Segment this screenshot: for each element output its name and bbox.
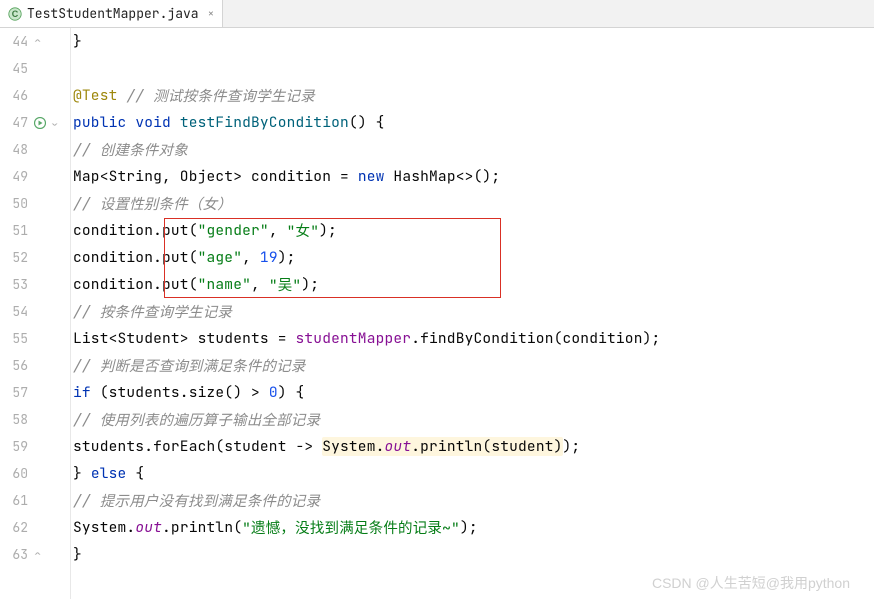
- line-number: 44: [0, 33, 28, 50]
- code-line: if (students.size() > 0) {: [73, 379, 874, 406]
- code-line: // 使用列表的遍历算子输出全部记录: [73, 406, 874, 433]
- line-number: 56: [0, 357, 28, 374]
- code-line: }: [73, 541, 874, 568]
- code-line: // 设置性别条件（女）: [73, 190, 874, 217]
- code-line: } else {: [73, 460, 874, 487]
- code-line: }: [73, 28, 874, 55]
- code-line: Map<String, Object> condition = new Hash…: [73, 163, 874, 190]
- line-number: 45: [0, 60, 28, 77]
- code-line: // 创建条件对象: [73, 136, 874, 163]
- code-line: // 判断是否查询到满足条件的记录: [73, 352, 874, 379]
- line-number: 62: [0, 519, 28, 536]
- line-number: 52: [0, 249, 28, 266]
- line-number: 51: [0, 222, 28, 239]
- fold-end-icon[interactable]: ⌃: [34, 550, 41, 560]
- gutter: 44 ⌃ 45 46 47 ⌃ 48 49 50 51 52 53 54 55 56…: [0, 28, 71, 599]
- code-line: condition.put("gender", "女");: [73, 217, 874, 244]
- line-number: 54: [0, 303, 28, 320]
- code-line: [73, 55, 874, 82]
- code-line: condition.put("name", "吴");: [73, 271, 874, 298]
- tab-bar: C TestStudentMapper.java ×: [0, 0, 874, 28]
- code-line: // 提示用户没有找到满足条件的记录: [73, 487, 874, 514]
- line-number: 61: [0, 492, 28, 509]
- line-number: 60: [0, 465, 28, 482]
- code-line: public void testFindByCondition() {: [73, 109, 874, 136]
- line-number: 58: [0, 411, 28, 428]
- line-number: 49: [0, 168, 28, 185]
- line-number: 57: [0, 384, 28, 401]
- code-line: condition.put("age", 19);: [73, 244, 874, 271]
- run-test-icon[interactable]: [34, 117, 46, 129]
- line-number: 55: [0, 330, 28, 347]
- line-number: 47: [0, 114, 28, 131]
- code-line: students.forEach(student -> System.out.p…: [73, 433, 874, 460]
- code-line: List<Student> students = studentMapper.f…: [73, 325, 874, 352]
- line-number: 63: [0, 546, 28, 563]
- tab-filename: TestStudentMapper.java: [27, 5, 199, 22]
- code-line: // 按条件查询学生记录: [73, 298, 874, 325]
- fold-start-icon[interactable]: ⌃: [51, 118, 58, 128]
- file-tab[interactable]: C TestStudentMapper.java ×: [0, 0, 223, 27]
- code-line: System.out.println("遗憾，没找到满足条件的记录~");: [73, 514, 874, 541]
- close-icon[interactable]: ×: [204, 7, 215, 21]
- line-number: 59: [0, 438, 28, 455]
- line-number: 48: [0, 141, 28, 158]
- svg-text:C: C: [12, 9, 19, 19]
- fold-end-icon[interactable]: ⌃: [34, 37, 41, 47]
- line-number: 50: [0, 195, 28, 212]
- line-number: 46: [0, 87, 28, 104]
- code-area[interactable]: } @Test // 测试按条件查询学生记录 public void testF…: [71, 28, 874, 599]
- code-editor[interactable]: 44 ⌃ 45 46 47 ⌃ 48 49 50 51 52 53 54 55 56…: [0, 28, 874, 599]
- line-number: 53: [0, 276, 28, 293]
- java-class-icon: C: [8, 7, 22, 21]
- code-line: @Test // 测试按条件查询学生记录: [73, 82, 874, 109]
- watermark-text: CSDN @人生苦短@我用python: [652, 573, 850, 593]
